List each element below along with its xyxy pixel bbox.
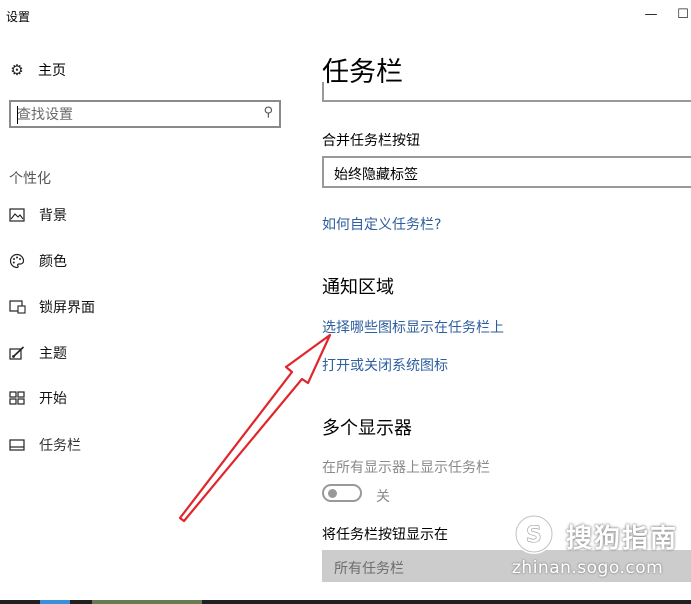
sogou-logo-icon: S (514, 514, 554, 554)
system-taskbar-strip (0, 600, 691, 604)
taskbar-segment (40, 600, 70, 604)
watermark-url: zhinan.sogo.com (512, 558, 664, 578)
taskbar-segment (92, 600, 202, 604)
watermark: S 搜狗指南 zhinan.sogo.com (510, 512, 690, 582)
watermark-brand: 搜狗指南 (566, 524, 679, 554)
svg-text:S: S (526, 523, 542, 548)
